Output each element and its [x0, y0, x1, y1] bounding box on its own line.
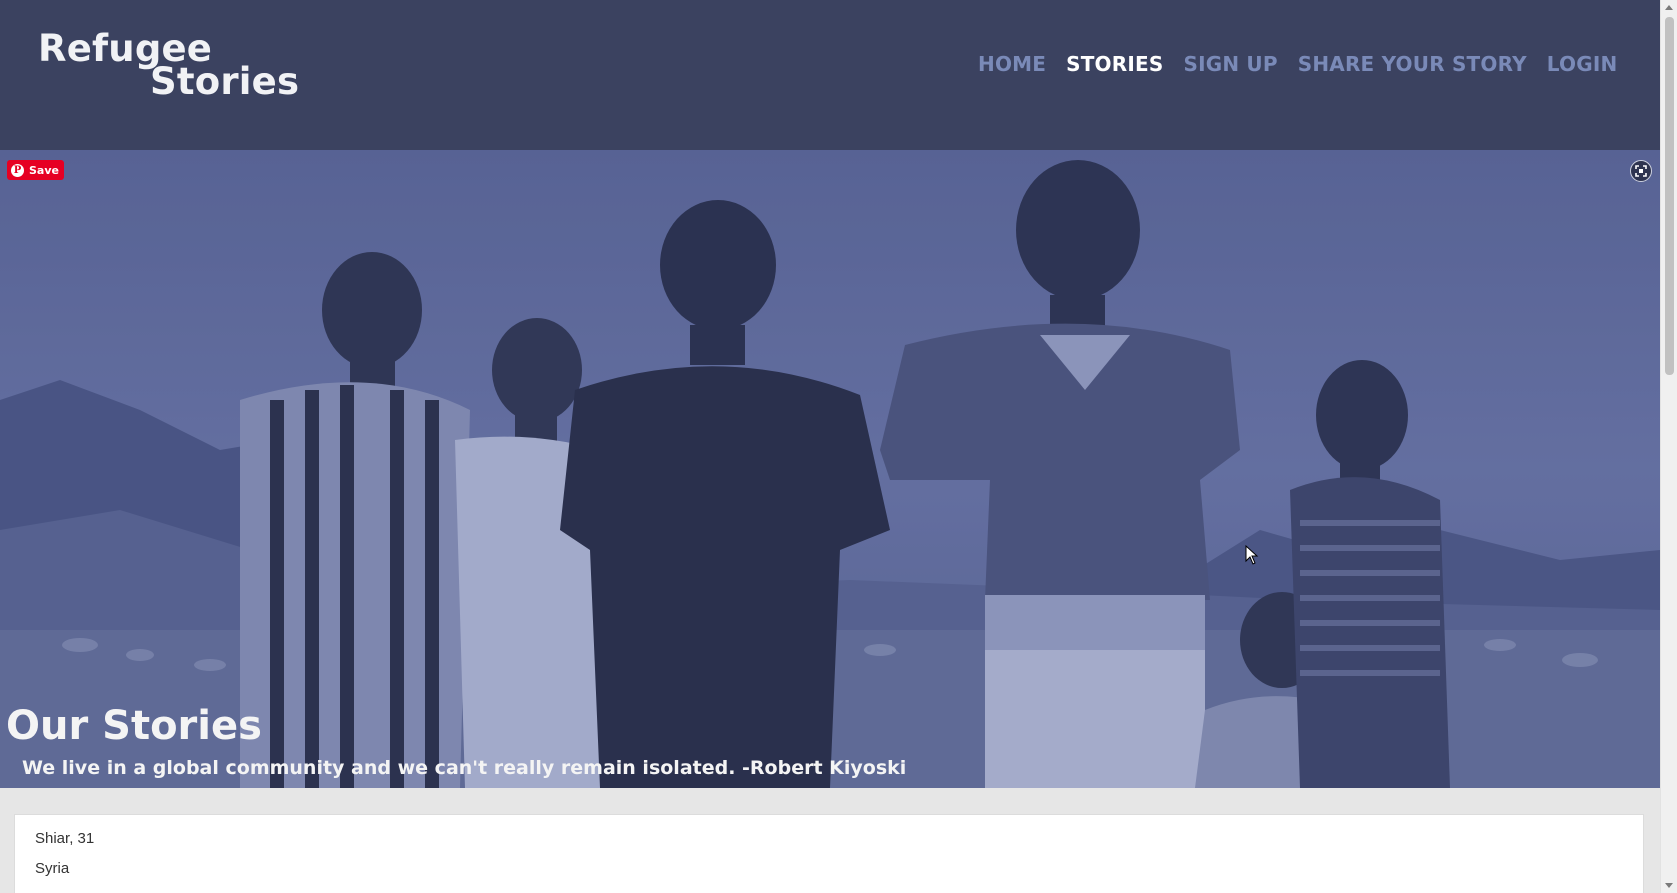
pinterest-save-button[interactable]: P Save: [7, 160, 64, 180]
story-card[interactable]: Shiar, 31 Syria: [14, 814, 1644, 893]
nav-share-your-story[interactable]: SHARE YOUR STORY: [1298, 52, 1527, 76]
site-header: Refugee Stories HOME STORIES SIGN UP SHA…: [0, 0, 1660, 150]
story-name-age: Shiar, 31: [35, 830, 95, 847]
page: Refugee Stories HOME STORIES SIGN UP SHA…: [0, 0, 1660, 893]
story-country: Syria: [35, 860, 70, 877]
nav-login[interactable]: LOGIN: [1547, 52, 1618, 76]
save-label: Save: [29, 163, 59, 177]
scrollbar-thumb[interactable]: [1665, 17, 1674, 375]
mouse-pointer-icon: [1245, 545, 1259, 565]
scroll-down-arrow-icon[interactable]: [1665, 883, 1673, 888]
hero-title: Our Stories: [6, 703, 262, 749]
fullscreen-button[interactable]: [1630, 160, 1652, 182]
fullscreen-icon: [1635, 165, 1647, 177]
nav-sign-up[interactable]: SIGN UP: [1183, 52, 1277, 76]
hero-banner: P Save Our Stories We live in a global c…: [0, 150, 1660, 788]
pinterest-icon: P: [11, 163, 24, 177]
hero-photo: [0, 150, 1660, 788]
scroll-up-arrow-icon[interactable]: [1665, 5, 1673, 10]
site-logo[interactable]: Refugee Stories: [38, 30, 299, 100]
nav-home[interactable]: HOME: [978, 52, 1046, 76]
vertical-scrollbar[interactable]: [1660, 0, 1677, 893]
hero-quote: We live in a global community and we can…: [22, 757, 907, 779]
main-nav: HOME STORIES SIGN UP SHARE YOUR STORY LO…: [978, 52, 1637, 76]
nav-stories[interactable]: STORIES: [1066, 52, 1163, 76]
